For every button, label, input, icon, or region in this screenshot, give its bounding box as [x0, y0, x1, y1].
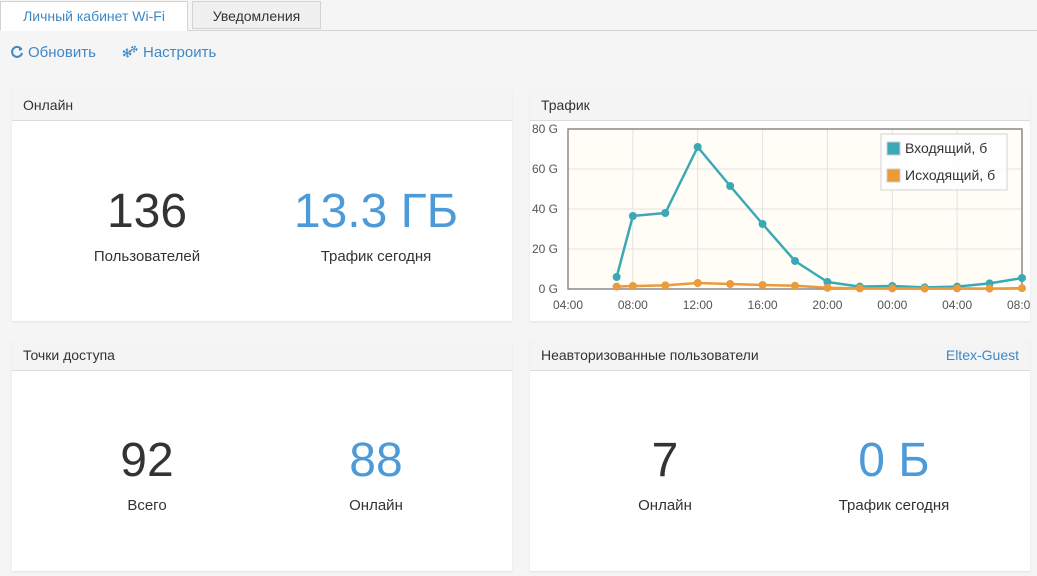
unauth-online-label: Онлайн: [638, 497, 692, 514]
chart-x-tick-label: 12:00: [683, 298, 713, 312]
traffic-chart: 04:00 08:00 12:00 16:00 20:00 00:00 04:00 08:0 0…: [532, 122, 1030, 312]
chart-point-1: [920, 284, 929, 293]
refresh-icon: [11, 45, 23, 58]
unauth-traffic-stat: 0 Б Трафик сегодня: [784, 433, 1004, 514]
tab-notifications[interactable]: Уведомления: [192, 1, 321, 29]
chart-point-1: [726, 280, 735, 288]
unauthorized-users-panel-title: Неавторизованные пользователи Eltex-Gues…: [530, 340, 1030, 371]
online-users-value: 136: [106, 185, 188, 238]
ap-online-value: 88: [349, 434, 403, 487]
refresh-label: Обновить: [28, 44, 96, 61]
chart-point-1: [661, 281, 670, 290]
chart-point-0: [628, 212, 637, 220]
chart-point-1: [612, 282, 621, 291]
ap-total-label: Всего: [127, 497, 167, 514]
online-traffic-label: Трафик сегодня: [320, 248, 432, 265]
chart-x-tick-label: 04:00: [942, 298, 972, 312]
gears-icon: [122, 45, 138, 58]
chart-x-tick-label: 16:00: [748, 298, 778, 312]
chart-point-0: [791, 257, 799, 265]
chart-point-1: [791, 281, 799, 290]
chart-legend-swatch: [886, 168, 901, 183]
unauth-traffic-value: 0 Б: [858, 434, 930, 487]
settings-label: Настроить: [143, 44, 217, 61]
chart-point-0: [612, 273, 621, 281]
chart-x-tick-label: 08:00: [618, 298, 648, 312]
chart-point-1: [823, 283, 832, 292]
chart-point-1: [693, 279, 702, 287]
chart-point-1: [985, 284, 994, 293]
chart-point-0: [1018, 274, 1026, 282]
chart-x-tick-label: 20:00: [812, 298, 842, 312]
tab-bar: Личный кабинет Wi-Fi Уведомления: [0, 0, 1037, 31]
unauth-online-stat: 7 Онлайн: [555, 433, 775, 514]
chart-point-1: [855, 284, 864, 293]
unauth-online-value: 7: [651, 434, 679, 487]
chart-point-0: [661, 209, 670, 217]
online-users-label: Пользователей: [93, 248, 201, 265]
chart-x-tick-label: 04:00: [553, 298, 583, 312]
chart-x-tick-label: 08:00: [1007, 298, 1030, 312]
traffic-panel-title: Трафик: [530, 90, 1030, 121]
chart-legend-swatch: [886, 141, 901, 156]
chart-y-tick-label: 80 G: [532, 122, 558, 136]
chart-legend-label: Исходящий, б: [905, 167, 995, 183]
chart-point-0: [726, 182, 735, 190]
chart-y-tick-label: 0 G: [539, 282, 558, 296]
chart-point-1: [953, 284, 962, 293]
online-panel-title: Онлайн: [12, 90, 512, 121]
chart-y-tick-label: 20 G: [532, 242, 558, 256]
refresh-button[interactable]: Обновить: [10, 44, 96, 61]
access-points-panel: Точки доступа 92 Всего 88 Онлайн: [12, 340, 512, 571]
chart-point-1: [888, 284, 897, 293]
chart-y-tick-label: 60 G: [532, 162, 558, 176]
chart-point-0: [758, 220, 767, 228]
online-users-stat: 136 Пользователей: [37, 184, 257, 265]
online-traffic-value: 13.3 ГБ: [293, 185, 459, 238]
eltex-guest-link[interactable]: Eltex-Guest: [946, 340, 1019, 370]
ap-total-stat: 92 Всего: [37, 433, 257, 514]
online-panel: Онлайн 136 Пользователей 13.3 ГБ Трафик …: [12, 90, 512, 321]
chart-point-1: [758, 281, 767, 289]
ap-online-label: Онлайн: [349, 497, 403, 514]
chart-point-1: [1018, 284, 1026, 293]
tab-wifi-cabinet[interactable]: Личный кабинет Wi-Fi: [0, 1, 188, 31]
chart-point-1: [628, 282, 637, 290]
chart-legend-label: Входящий, б: [905, 140, 987, 156]
unauthorized-users-panel: Неавторизованные пользователи Eltex-Gues…: [530, 340, 1030, 571]
unauthorized-users-title: Неавторизованные пользователи: [541, 347, 759, 363]
access-points-panel-title: Точки доступа: [12, 340, 512, 371]
ap-total-value: 92: [120, 434, 174, 487]
settings-button[interactable]: Настроить: [121, 44, 216, 61]
traffic-panel: Трафик 04:00 08:00 12:00 16:00 20:00 00:00 04:…: [530, 90, 1030, 321]
chart-point-0: [693, 143, 702, 151]
online-traffic-stat: 13.3 ГБ Трафик сегодня: [266, 184, 486, 265]
unauth-traffic-label: Трафик сегодня: [838, 497, 950, 514]
chart-y-tick-label: 40 G: [532, 202, 558, 216]
ap-online-stat: 88 Онлайн: [266, 433, 486, 514]
chart-x-tick-label: 00:00: [877, 298, 907, 312]
